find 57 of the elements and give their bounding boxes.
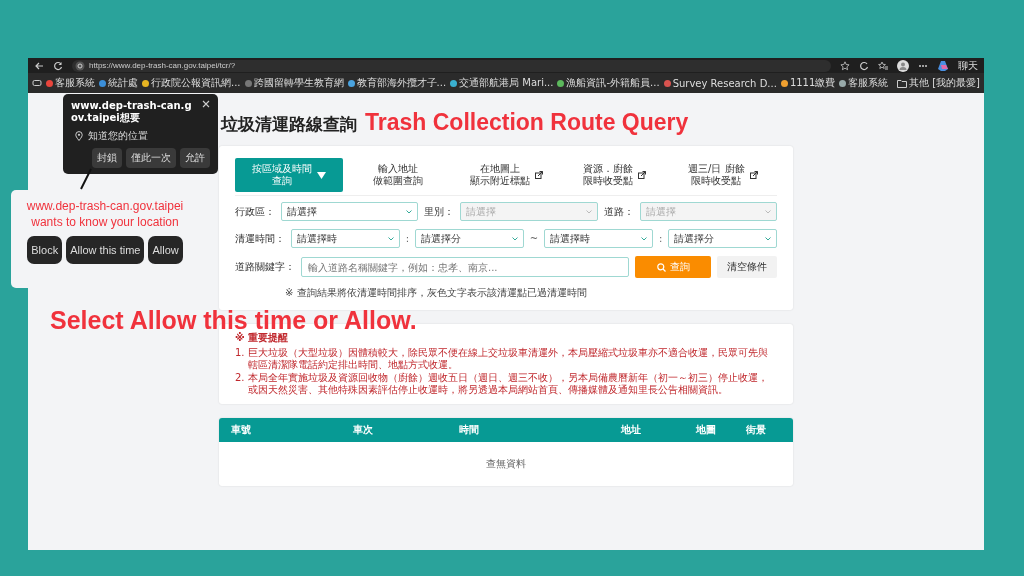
bookmark[interactable]: 教育部海外攬才子...	[347, 76, 447, 90]
bookmark[interactable]: 統計處	[99, 76, 138, 90]
tab[interactable]: 資源．廚餘 限時收受點	[560, 158, 669, 192]
dropdown[interactable]: 請選擇時	[291, 229, 400, 248]
list-number: 2.	[235, 372, 245, 385]
tab[interactable]: 週三/日 廚餘 限時收受點	[668, 158, 778, 192]
bookmark[interactable]: 跨國留轉學生教育網	[244, 76, 344, 90]
permission-text: 知道您的位置	[88, 129, 148, 143]
callout-button[interactable]: Allow this time	[66, 236, 145, 264]
bookmark[interactable]: 漁船資訊-外籍船員...	[557, 76, 660, 90]
dropdown[interactable]: 請選擇分	[668, 229, 777, 248]
separator-text: :	[405, 233, 410, 244]
callout-text: www.dep-trash-can.gov.taipei wants to know your location	[25, 198, 185, 230]
empty-message: 查無資料	[485, 457, 527, 471]
clear-button[interactable]: 清空條件	[717, 256, 777, 278]
note-text: ※ 查詢結果將依清運時間排序，灰色文字表示該清運點已過清運時間	[284, 286, 588, 300]
bookmark[interactable]: 行政院公報資訊網...	[142, 76, 241, 90]
field-label: 清運時間：	[235, 231, 285, 246]
bookmark[interactable]: 客服系統	[839, 76, 889, 90]
column-header: 車次	[353, 423, 374, 437]
callout-button[interactable]: Block	[27, 236, 63, 264]
column-header: 地圖	[696, 423, 717, 437]
column-header: 時間	[459, 423, 480, 437]
separator-text: ~	[529, 233, 539, 244]
column-header: 車號	[231, 423, 252, 437]
dropdown[interactable]: 請選擇	[281, 202, 419, 221]
list-number: 1.	[235, 347, 245, 360]
dropdown[interactable]: 請選擇時	[544, 229, 653, 248]
address-bar[interactable]: https://www.dep-trash-can.gov.taipei/tcr/?	[72, 59, 831, 72]
field-label: 道路：	[603, 204, 634, 219]
column-header: 地址	[621, 423, 642, 437]
field-label: 行政區：	[235, 204, 275, 219]
notice-text: 本局全年實施垃圾及資源回收物（廚餘）週收五日（週日、週三不收），另本局備農曆新年（初一～初三）停止收運，或因天然災害、其他特殊因素評估停止收運時，將另透過本局網站首頁、傳播媒體及通知里長公告相關資訊。	[247, 372, 769, 396]
bookmark[interactable]: Survey Research D...	[663, 77, 777, 89]
bookmark[interactable]: 客服系統	[46, 76, 95, 90]
notice-text: 巨大垃圾（大型垃圾）因體積較大，除民眾不便在線上交垃圾車清運外，本局壓縮式垃圾車亦不適合收運，民眾可先與轄區清潔隊電話約定排出時間、地點方式收運。	[247, 347, 769, 371]
dialog-button[interactable]: 僅此一次	[126, 148, 176, 168]
tab[interactable]: 在地圖上 顯示附近標點	[451, 158, 561, 192]
bookmark[interactable]: 1111繳費	[780, 76, 836, 90]
callout-button[interactable]: Allow	[148, 236, 183, 264]
caption-text: Trash Collection Route Query	[365, 109, 689, 136]
field-label: 里別：	[424, 204, 455, 219]
dialog-button[interactable]: 允許	[180, 148, 210, 168]
tab[interactable]: 輸入地址 做範圍查詢	[343, 158, 452, 192]
page-title: 垃圾清運路線查詢	[221, 113, 357, 136]
field-label: 道路關鍵字：	[235, 260, 295, 274]
profile-label[interactable]: 聊天	[958, 58, 978, 73]
dialog-title: www.dep-trash-can.gov.taipei想要	[71, 100, 193, 124]
url-text: https://www.dep-trash-can.gov.taipei/tcr/?	[89, 61, 236, 70]
notice-title: ※ 重要提醒	[235, 331, 290, 345]
bookmark-folder[interactable]: 其他 [我的最愛]	[897, 76, 980, 90]
column-header: 街景	[746, 423, 767, 437]
dialog-button[interactable]: 封鎖	[92, 148, 122, 168]
dropdown[interactable]: 請選擇分	[415, 229, 524, 248]
separator-text: :	[658, 233, 663, 244]
bookmark[interactable]: 交通部航港局 Mari...	[450, 76, 554, 90]
search-field[interactable]: 輸入道路名稱關鍵字，例如：忠孝、南京...	[301, 257, 629, 277]
